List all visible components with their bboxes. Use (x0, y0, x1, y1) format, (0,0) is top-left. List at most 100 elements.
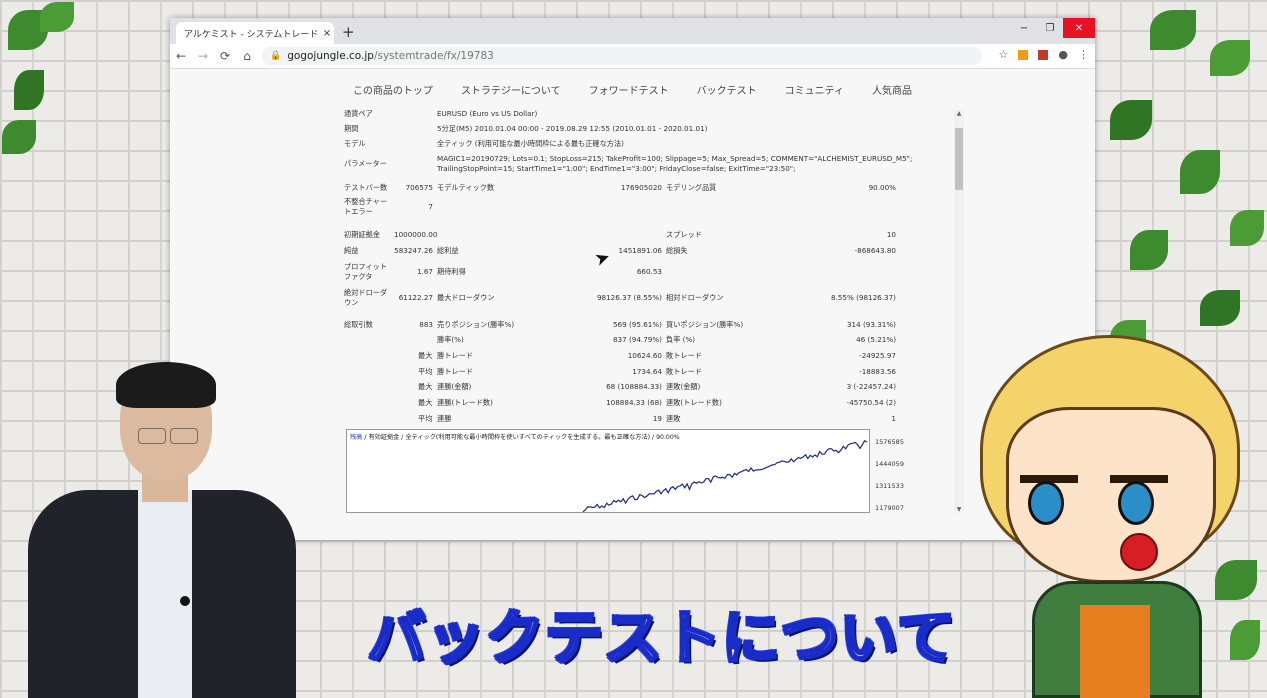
value: 108884.33 (68) (606, 398, 662, 407)
url-path: /systemtrade/fx/19783 (373, 50, 494, 62)
value: -24925.97 (859, 351, 896, 360)
y-tick-label: 1311533 (875, 482, 904, 490)
label: 総損失 (666, 246, 688, 255)
balance-line-svg (582, 440, 868, 512)
label: モデリング品質 (666, 183, 717, 192)
account-icon[interactable]: ● (1058, 48, 1068, 61)
value: 10 (886, 230, 896, 239)
site-navigation: この商品のトップ ストラテジーについて フォワードテスト バックテスト コミュニ… (170, 69, 1095, 110)
label: 平均 (418, 367, 433, 376)
tab-close-icon[interactable]: × (320, 28, 334, 39)
label: 連勝 (437, 414, 452, 423)
label: 買いポジション(勝率%) (666, 320, 744, 329)
value: 1734.64 (632, 367, 662, 376)
value: -45750.54 (2) (846, 398, 896, 407)
value: 19 (652, 414, 662, 423)
value: 706575 (405, 183, 433, 192)
nav-backtest[interactable]: バックテスト (697, 82, 757, 97)
caption-title: バックテストについて (366, 603, 957, 674)
nav-product-top[interactable]: この商品のトップ (353, 82, 433, 97)
value: EURUSD (Euro vs US Dollar) (437, 109, 538, 118)
hair (116, 362, 216, 408)
label: 最大ドローダウン (437, 293, 495, 302)
lock-icon: 🔒 (270, 51, 282, 61)
value: 176905020 (620, 183, 662, 192)
label: 総利益 (437, 246, 459, 255)
label: 勝率(%) (437, 335, 464, 344)
value: 8.55% (98126.37) (830, 293, 896, 302)
balance-chart: 残高 / 有効証拠金 / 全ティック(利用可能な最小時間枠を使いすべてのティック… (346, 429, 904, 513)
nav-strategy[interactable]: ストラテジーについて (461, 82, 561, 97)
label: テストバー数 (344, 183, 388, 192)
value: 1.67 (416, 267, 433, 276)
label: 通貨ペア (344, 109, 373, 118)
bookmark-star-icon[interactable]: ☆ (999, 48, 1009, 61)
scrollbar-thumb[interactable] (955, 128, 963, 190)
presenter-person (20, 360, 300, 698)
label: トエラー (344, 207, 373, 216)
nav-forward-test[interactable]: フォワードテスト (589, 82, 669, 97)
value: 10624.60 (627, 351, 662, 360)
home-icon[interactable]: ⌂ (236, 49, 258, 63)
label: モデルティック数 (437, 183, 495, 192)
label: 連勝(金額) (437, 382, 472, 391)
balance-line (582, 440, 868, 512)
label: 連敗(金額) (666, 382, 701, 391)
label: 最大 (418, 398, 433, 407)
extension-icon[interactable] (1018, 50, 1029, 60)
y-tick-label: 1444059 (875, 460, 904, 468)
label: 連敗 (666, 414, 681, 423)
value: TrailingStopPoint=15; StartTime1="1:00";… (437, 164, 796, 173)
value: 883 (419, 320, 433, 329)
label: ウン (344, 298, 359, 307)
value: 46 (5.21%) (856, 335, 896, 344)
label: 絶対ドローダ (344, 288, 388, 297)
maximize-button[interactable]: ❐ (1037, 18, 1063, 38)
value: 90.00% (868, 183, 896, 192)
nav-popular[interactable]: 人気商品 (872, 82, 912, 97)
cartoon-character (960, 335, 1260, 698)
label: 平均 (418, 414, 433, 423)
back-arrow-icon[interactable]: ← (170, 49, 192, 63)
scroll-up-arrow-icon[interactable]: ▲ (954, 110, 964, 117)
value: MAGIC1=20190729; Lots=0.1; StopLoss=215;… (437, 154, 913, 163)
nav-community[interactable]: コミュニティ (785, 82, 844, 97)
label: プロフィット (344, 262, 387, 271)
new-tab-button[interactable]: + (342, 23, 355, 41)
page-content: 通貨ペア EURUSD (Euro vs US Dollar) 期間 5分足(M… (170, 109, 1095, 540)
label: 負率 (%) (666, 335, 696, 344)
label: 相対ドローダウン (666, 293, 724, 302)
address-toolbar: ← → ⟳ ⌂ 🔒 gogojungle.co.jp /systemtrade/… (170, 44, 1095, 69)
value: 5分足(M5) 2010.01.04 00:00 - 2019.08.29 12… (437, 124, 708, 133)
reload-icon[interactable]: ⟳ (214, 49, 236, 63)
window-controls: − ❐ ✕ (1011, 18, 1095, 38)
y-tick-label: 1179007 (875, 504, 904, 512)
value: -868643.80 (854, 246, 896, 255)
label: 敗トレード (666, 367, 702, 376)
value: 1000000.00 (394, 230, 438, 239)
label: 初期証拠金 (344, 230, 380, 239)
browser-window: アルケミスト - システムトレード - 自動 × + − ❐ ✕ ← → ⟳ ⌂… (170, 18, 1095, 540)
menu-kebab-icon[interactable]: ⋮ (1078, 48, 1089, 61)
value: 68 (108884.33) (606, 382, 662, 391)
label: スプレッド (666, 230, 702, 239)
close-window-button[interactable]: ✕ (1063, 18, 1095, 38)
value: 837 (94.79%) (612, 335, 662, 344)
label: 最大 (418, 382, 433, 391)
value: 583247.26 (394, 246, 433, 255)
url-bar[interactable]: 🔒 gogojungle.co.jp /systemtrade/fx/19783 (262, 47, 982, 65)
character-eye-left (1028, 481, 1064, 525)
extension-icon-2[interactable] (1038, 50, 1049, 60)
label: 売りポジション(勝率%) (437, 320, 515, 329)
forward-arrow-icon[interactable]: → (192, 49, 214, 63)
value: -18883.56 (859, 367, 896, 376)
minimize-button[interactable]: − (1011, 18, 1037, 38)
browser-tab[interactable]: アルケミスト - システムトレード - 自動 × (176, 22, 334, 44)
character-vest (1080, 605, 1150, 698)
value: 7 (428, 202, 433, 211)
value: 569 (95.61%) (612, 320, 662, 329)
value: 314 (93.31%) (846, 320, 896, 329)
label: 総取引数 (344, 320, 373, 329)
label: パラメーター (344, 159, 387, 168)
label: 連勝(トレード数) (437, 398, 493, 407)
